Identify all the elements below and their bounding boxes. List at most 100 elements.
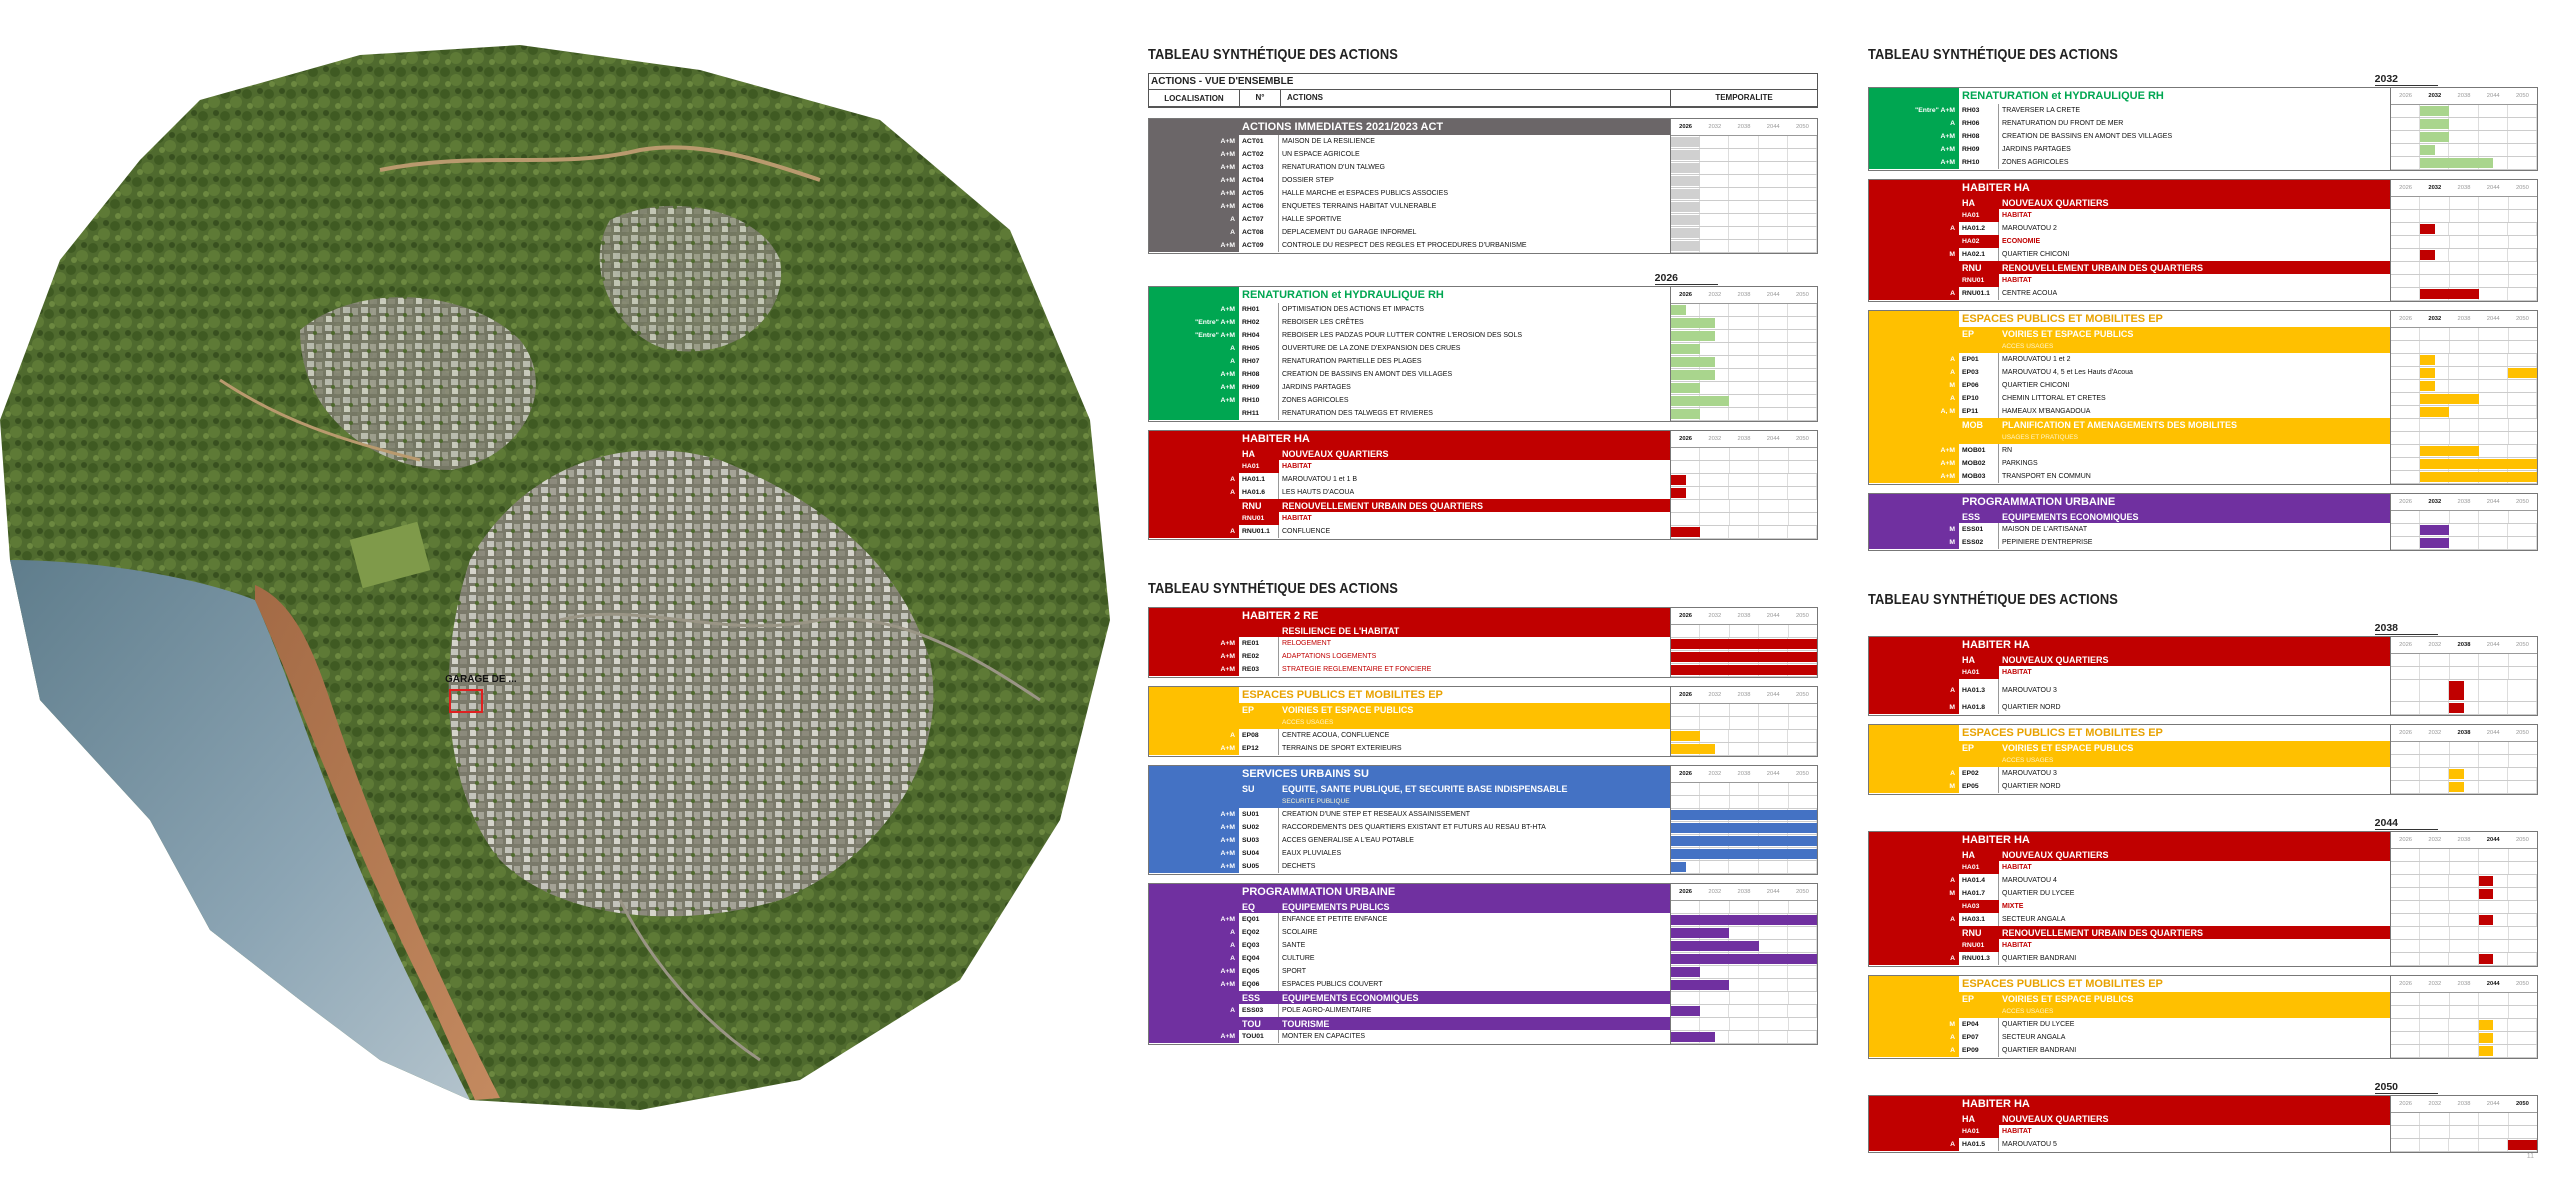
timeline-row xyxy=(2391,380,2538,393)
row-localisation: M xyxy=(1949,704,1955,711)
timeline-cell xyxy=(1789,704,1817,716)
timeline-cell xyxy=(2420,1019,2450,1031)
timeline-years: 2026 2032 2038 2044 2050 xyxy=(1671,766,1817,783)
block-title: RENATURATION et HYDRAULIQUE RH xyxy=(1959,88,2390,104)
timeline-cell xyxy=(1759,369,1788,381)
row-code: EP xyxy=(1959,327,1999,340)
row-label: ENFANCE ET PETITE ENFANCE xyxy=(1279,913,1670,926)
timeline-cell xyxy=(1759,162,1788,174)
timeline-cell xyxy=(1788,395,1818,407)
row-code: EP08 xyxy=(1239,729,1279,742)
timeline-year: 2038 xyxy=(1737,292,1751,298)
timeline-row xyxy=(1671,651,1818,664)
timeline-cell xyxy=(1671,461,1701,473)
timeline-row xyxy=(1671,461,1817,474)
action-row: M ESS01 MAISON DE L'ARTISANAT xyxy=(1869,523,2390,536)
row-label: QUARTIER NORD xyxy=(1999,701,2390,714)
row-code: EP05 xyxy=(1959,780,1999,793)
row-localisation: A+M xyxy=(1220,745,1235,752)
timeline-cell xyxy=(1729,317,1759,329)
timeline-row xyxy=(2391,471,2538,484)
row-label: MAROUVATOU 1 et 1 B xyxy=(1279,473,1670,486)
action-row: A RNU01.3 QUARTIER BANDRANI xyxy=(1869,952,2390,965)
row-code: RH05 xyxy=(1239,342,1279,355)
row-label: DEPLACEMENT DU GARAGE INFORMEL xyxy=(1279,226,1670,239)
timeline-row xyxy=(2391,419,2537,432)
timeline-year: 2032 xyxy=(2428,316,2442,322)
timeline-cell xyxy=(2508,288,2538,300)
timeline-cell xyxy=(1788,382,1818,394)
timeline-cell xyxy=(2508,223,2538,235)
row-label: STRATEGIE REGLEMENTAIRE ET FONCIERE xyxy=(1279,663,1670,676)
row-label: CREATION DE BASSINS EN AMONT DES VILLAGE… xyxy=(1279,368,1670,381)
timeline-row xyxy=(2391,275,2537,288)
timeline-cell xyxy=(1788,730,1818,742)
action-row: A+M RE03 STRATEGIE REGLEMENTAIRE ET FONCIE… xyxy=(1149,663,1670,676)
timeline-cell xyxy=(1789,783,1817,795)
action-row: M HA02.1 QUARTIER CHICONI xyxy=(1869,248,2390,261)
timeline-cell xyxy=(1788,188,1818,200)
timeline-cell xyxy=(1759,1005,1788,1017)
row-label: CENTRE ACOUA, CONFLUENCE xyxy=(1279,729,1670,742)
timeline-cell xyxy=(1700,240,1730,252)
row-code: RNU01.1 xyxy=(1959,287,1999,300)
row-localisation: A+M xyxy=(1940,460,1955,467)
timeline-year: 2050 xyxy=(1795,292,1809,298)
timeline-cell xyxy=(2391,275,2421,287)
timeline-cell xyxy=(2391,953,2421,965)
timeline-cell xyxy=(2509,210,2537,222)
timeline-bar xyxy=(1671,652,1817,662)
row-code: RH03 xyxy=(1959,104,1999,117)
action-row: EP VOIRIES ET ESPACE PUBLICS xyxy=(1869,327,2390,340)
action-row: A+M ACT04 DOSSIER STEP xyxy=(1149,174,1670,187)
timeline-cell xyxy=(1730,901,1760,913)
timeline-cell xyxy=(1759,343,1788,355)
timeline-bar xyxy=(1671,228,1701,238)
timeline-row xyxy=(2391,118,2538,131)
row-label: ACCES USAGES xyxy=(1279,716,1670,729)
timeline-cell xyxy=(1759,1018,1789,1030)
row-label: RENOUVELLEMENT URBAIN DES QUARTIERS xyxy=(1999,926,2390,939)
timeline-year: 2026 xyxy=(2399,185,2413,191)
timeline-cell xyxy=(2420,1139,2450,1151)
section-heading: TABLEAU SYNTHÉTIQUE DES ACTIONS xyxy=(1868,591,2118,608)
row-localisation: A+M xyxy=(1220,666,1235,673)
timeline-cell xyxy=(2450,667,2480,679)
timeline-row xyxy=(2391,901,2537,914)
timeline-cell xyxy=(1788,743,1818,755)
timeline-cell xyxy=(2479,768,2508,780)
timeline-year: 2038 xyxy=(2457,316,2471,322)
row-localisation: A+M xyxy=(1220,397,1235,404)
timeline-cell xyxy=(1759,149,1788,161)
row-localisation: A+M xyxy=(1220,968,1235,975)
timeline-year: 2044 xyxy=(1766,692,1780,698)
action-row: A+M SU02 RACCORDEMENTS DES QUARTIERS EXIST… xyxy=(1149,821,1670,834)
row-label: DOSSIER STEP xyxy=(1279,174,1670,187)
timeline-cell xyxy=(2508,144,2538,156)
timeline-bar xyxy=(2420,525,2450,535)
timeline: 2026 2032 2038 2044 2050 xyxy=(2390,976,2538,1058)
row-code: ACT04 xyxy=(1239,174,1279,187)
timeline-cell xyxy=(1759,901,1789,913)
row-code: ESS03 xyxy=(1239,1004,1279,1017)
timeline-cell xyxy=(2479,849,2509,861)
timeline-cell xyxy=(1788,1005,1818,1017)
row-code: HA xyxy=(1959,848,1999,861)
timeline-cell xyxy=(1700,408,1730,420)
timeline-cell xyxy=(1700,1018,1730,1030)
timeline-bar xyxy=(1671,475,1686,485)
row-label: VOIRIES ET ESPACE PUBLICS xyxy=(1999,741,2390,754)
timeline-year: 2038 xyxy=(2457,837,2471,843)
action-row: HA02 ECONOMIE xyxy=(1869,235,2390,248)
row-code: HA01.5 xyxy=(1959,1138,1999,1151)
timeline-cell xyxy=(1729,487,1759,499)
row-code: HA01.2 xyxy=(1959,222,1999,235)
timeline-year: 2032 xyxy=(2428,499,2442,505)
timeline-cell xyxy=(2420,328,2450,340)
timeline-cell xyxy=(1788,175,1818,187)
action-row: A EP02 MAROUVATOU 3 xyxy=(1869,767,2390,780)
timeline-cell xyxy=(2420,275,2450,287)
block-rows: HABITER HA HA NOUVEAUX QUARTIERS HA01 HABITA… xyxy=(1869,180,2390,301)
timeline-year: 2032 xyxy=(2428,1101,2442,1107)
